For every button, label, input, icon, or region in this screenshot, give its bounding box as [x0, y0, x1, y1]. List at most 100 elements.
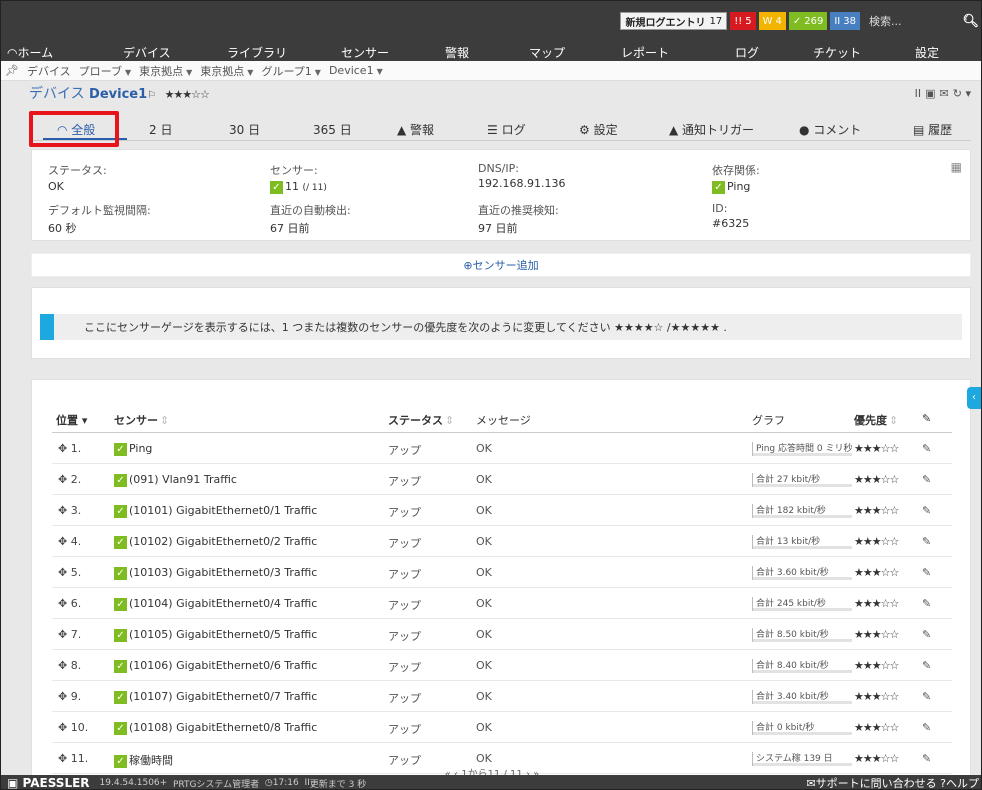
breadcrumb-group[interactable]: グループ1 ▼ — [261, 63, 321, 79]
priority-stars[interactable]: ★★★☆☆ — [854, 442, 899, 455]
table-row[interactable]: ✥ 8. ✓ (10106) GigabitEthernet0/6 Traffic… — [52, 650, 952, 681]
edit-icon[interactable]: ✎ — [922, 690, 931, 703]
new-log-entry-button[interactable]: 新規ログエントリ 17 — [620, 12, 728, 30]
edit-columns-icon[interactable]: ✎ — [922, 412, 931, 425]
drag-handle[interactable]: ✥ 3. — [58, 504, 81, 517]
drag-handle[interactable]: ✥ 2. — [58, 473, 81, 486]
edit-icon[interactable]: ✎ — [922, 659, 931, 672]
drag-handle[interactable]: ✥ 8. — [58, 659, 81, 672]
dependency-value[interactable]: Ping — [727, 180, 750, 193]
edit-icon[interactable]: ✎ — [922, 504, 931, 517]
table-row[interactable]: ✥ 4. ✓ (10102) GigabitEthernet0/2 Traffic… — [52, 526, 952, 557]
nav-reports[interactable]: レポート — [621, 44, 669, 61]
tab-settings[interactable]: ⚙ 設定 — [579, 121, 618, 138]
nav-setup[interactable]: 設定 — [915, 44, 939, 61]
chevron-down-icon[interactable]: ▼ — [377, 67, 383, 76]
mini-graph[interactable]: 合計 8.40 kbit/秒 — [752, 659, 852, 673]
breadcrumb-device[interactable]: Device1 ▼ — [329, 64, 383, 77]
priority-stars[interactable]: ★★★☆☆ — [854, 504, 899, 517]
pin-icon[interactable]: 📌︎ — [5, 64, 19, 77]
sensor-name-cell[interactable]: ✓ (10104) GigabitEthernet0/4 Traffic — [114, 597, 317, 611]
mini-graph[interactable]: 合計 182 kbit/秒 — [752, 504, 852, 518]
sensor-name-cell[interactable]: ✓ (10102) GigabitEthernet0/2 Traffic — [114, 535, 317, 549]
drag-handle[interactable]: ✥ 10. — [58, 721, 88, 734]
support-link[interactable]: サポートに問い合わせる — [816, 777, 937, 789]
table-row[interactable]: ✥ 3. ✓ (10101) GigabitEthernet0/1 Traffic… — [52, 495, 952, 526]
edit-icon[interactable]: ✎ — [922, 473, 931, 486]
priority-stars[interactable]: ★★★☆☆ — [854, 628, 899, 641]
nav-alarms[interactable]: 警報 — [445, 44, 469, 61]
header-position[interactable]: 位置 ▾ — [56, 412, 87, 428]
drag-handle[interactable]: ✥ 7. — [58, 628, 81, 641]
tab-log[interactable]: ☰ ログ — [487, 121, 526, 138]
sensor-name-cell[interactable]: ✓ (10103) GigabitEthernet0/3 Traffic — [114, 566, 317, 580]
edit-icon[interactable]: ✎ — [922, 535, 931, 548]
sensor-name-cell[interactable]: ✓ (10106) GigabitEthernet0/6 Traffic — [114, 659, 317, 673]
breadcrumb-devices[interactable]: デバイス — [27, 63, 71, 79]
nav-maps[interactable]: マップ — [529, 44, 565, 61]
mini-graph[interactable]: 合計 27 kbit/秒 — [752, 473, 852, 487]
table-row[interactable]: ✥ 9. ✓ (10107) GigabitEthernet0/7 Traffic… — [52, 681, 952, 712]
table-row[interactable]: ✥ 6. ✓ (10104) GigabitEthernet0/4 Traffic… — [52, 588, 952, 619]
search-icon[interactable]: 🔍︎ — [962, 14, 979, 29]
sensor-name-cell[interactable]: ✓ Ping — [114, 442, 152, 456]
sensors-value[interactable]: 11 — [285, 180, 299, 193]
nav-tickets[interactable]: チケット — [813, 44, 861, 61]
export-icon[interactable]: ▣ — [925, 87, 935, 100]
refresh-icon[interactable]: ↻ ▾ — [953, 87, 971, 100]
tab-history[interactable]: ▤ 履歴 — [913, 121, 952, 138]
table-row[interactable]: ✥ 2. ✓ (091) Vlan91 Traffic アップ OK 合計 27 … — [52, 464, 952, 495]
mini-graph[interactable]: 合計 3.40 kbit/秒 — [752, 690, 852, 704]
tab-comments[interactable]: ● コメント — [799, 121, 861, 138]
mini-graph[interactable]: システム稼 139 日 — [752, 752, 852, 766]
edit-icon[interactable]: ✎ — [922, 597, 931, 610]
priority-stars[interactable]: ★★★☆☆ — [854, 473, 899, 486]
sensor-name-cell[interactable]: ✓ (10101) GigabitEthernet0/1 Traffic — [114, 504, 317, 518]
priority-stars[interactable]: ★★★☆☆ — [854, 752, 899, 765]
mail-icon[interactable]: ✉ — [940, 87, 949, 100]
header-sensor[interactable]: センサー ⇕ — [114, 412, 169, 428]
device-priority-stars[interactable]: ★★★☆☆ — [165, 88, 210, 101]
nav-logs[interactable]: ログ — [735, 44, 759, 61]
alarm-badge[interactable]: !! 5 — [730, 12, 756, 30]
mini-graph[interactable]: 合計 13 kbit/秒 — [752, 535, 852, 549]
nav-home[interactable]: ◠ホーム — [7, 44, 53, 61]
mini-graph[interactable]: 合計 8.50 kbit/秒 — [752, 628, 852, 642]
nav-sensors[interactable]: センサー — [341, 44, 389, 61]
table-row[interactable]: ✥ 7. ✓ (10105) GigabitEthernet0/5 Traffic… — [52, 619, 952, 650]
mini-graph[interactable]: 合計 3.60 kbit/秒 — [752, 566, 852, 580]
drag-handle[interactable]: ✥ 1. — [58, 442, 81, 455]
chevron-down-icon[interactable]: ▼ — [186, 68, 192, 77]
mini-graph[interactable]: 合計 245 kbit/秒 — [752, 597, 852, 611]
chevron-down-icon[interactable]: ▼ — [315, 68, 321, 77]
tab-2days[interactable]: 2 日 — [149, 121, 172, 138]
edit-icon[interactable]: ✎ — [922, 721, 931, 734]
breadcrumb-tokyo-2[interactable]: 東京拠点 ▼ — [200, 63, 253, 79]
help-link[interactable]: ヘルプ — [946, 777, 979, 789]
header-priority[interactable]: 優先度 ⇕ — [854, 412, 898, 428]
edit-icon[interactable]: ✎ — [922, 442, 931, 455]
sensor-name-cell[interactable]: ✓ (091) Vlan91 Traffic — [114, 473, 237, 487]
chevron-down-icon[interactable]: ▼ — [125, 68, 131, 77]
sensor-name-cell[interactable]: ✓ (10108) GigabitEthernet0/8 Traffic — [114, 721, 317, 735]
sensor-name-cell[interactable]: ✓ (10107) GigabitEthernet0/7 Traffic — [114, 690, 317, 704]
drag-handle[interactable]: ✥ 6. — [58, 597, 81, 610]
edit-icon[interactable]: ✎ — [922, 752, 931, 765]
tab-30days[interactable]: 30 日 — [229, 121, 260, 138]
drag-handle[interactable]: ✥ 11. — [58, 752, 88, 765]
priority-stars[interactable]: ★★★☆☆ — [854, 566, 899, 579]
priority-stars[interactable]: ★★★☆☆ — [854, 535, 899, 548]
nav-library[interactable]: ライブラリ — [227, 44, 287, 61]
up-badge[interactable]: ✓ 269 — [788, 12, 828, 30]
mini-graph[interactable]: Ping 応答時間 0 ミリ秒 — [752, 442, 852, 456]
tab-notification-triggers[interactable]: ▲ 通知トリガー — [669, 121, 754, 138]
search-input[interactable]: 検索... 🔍︎ — [863, 12, 981, 30]
qr-code-icon[interactable]: ▦ — [951, 160, 962, 174]
drag-handle[interactable]: ✥ 4. — [58, 535, 81, 548]
warning-badge[interactable]: W 4 — [758, 12, 786, 30]
mini-graph[interactable]: 合計 0 kbit/秒 — [752, 721, 852, 735]
tab-365days[interactable]: 365 日 — [313, 121, 352, 138]
chevron-down-icon[interactable]: ▼ — [247, 68, 253, 77]
user-name[interactable]: PRTGシステム管理者 — [173, 777, 259, 790]
edit-icon[interactable]: ✎ — [922, 628, 931, 641]
